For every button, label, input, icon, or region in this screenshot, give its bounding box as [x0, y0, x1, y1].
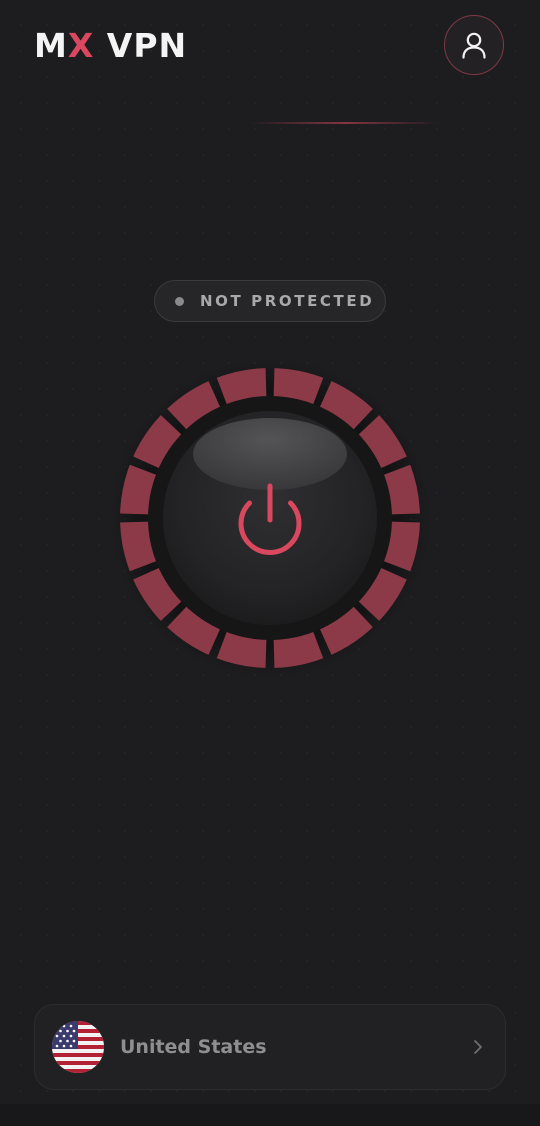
- logo-text-m: M: [34, 26, 68, 65]
- status-dot: [175, 296, 184, 306]
- chevron-right-icon: [473, 1039, 483, 1055]
- power-button[interactable]: [163, 411, 377, 625]
- knob-gloss: [193, 418, 347, 490]
- power-dial: [110, 358, 430, 678]
- header-accent-line: [250, 122, 440, 124]
- us-flag-icon: [52, 1021, 104, 1073]
- vpn-home-screen: MX VPN NOT PROTECTED United States: [0, 0, 540, 1126]
- bottom-bar: [0, 1104, 540, 1126]
- user-icon: [462, 32, 486, 59]
- profile-button[interactable]: [444, 15, 504, 75]
- logo-text-x: X: [67, 26, 95, 65]
- country-name: United States: [120, 1036, 267, 1058]
- status-label: NOT PROTECTED: [200, 292, 375, 310]
- app-logo: MX VPN: [34, 26, 187, 66]
- status-badge: NOT PROTECTED: [154, 280, 386, 322]
- location-selector[interactable]: United States: [34, 1004, 506, 1090]
- logo-text-vpn: VPN: [94, 26, 188, 65]
